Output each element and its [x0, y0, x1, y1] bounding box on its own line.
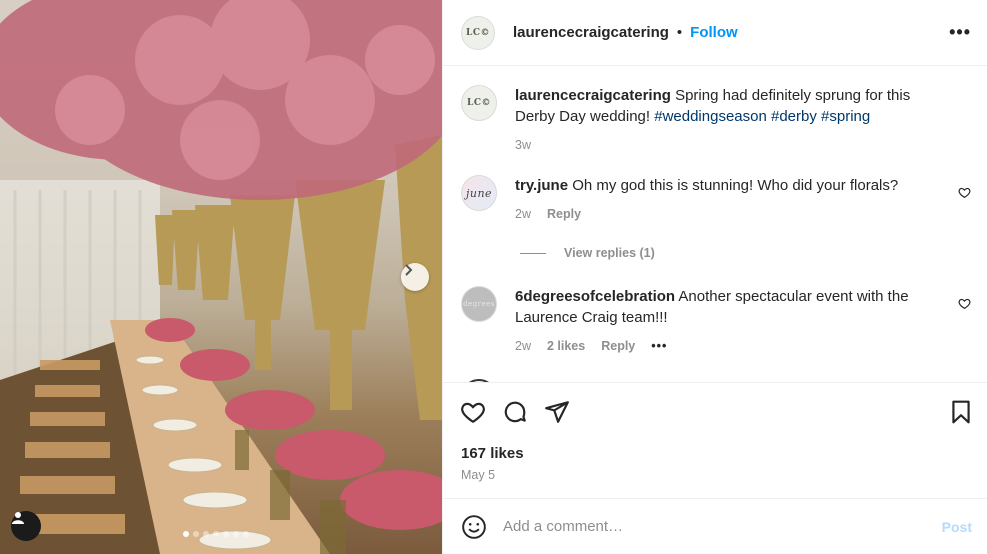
carousel-dot — [223, 531, 229, 537]
post-detail-panel: LC© laurencecraigcatering • Follow ••• L… — [442, 0, 987, 554]
post-username[interactable]: laurencecraigcatering — [513, 24, 669, 41]
comment-body: try.june Oh my god this is stunning! Who… — [515, 175, 935, 225]
add-comment-bar: Add a comment… Post — [443, 498, 987, 554]
post-header: LC© laurencecraigcatering • Follow ••• — [443, 0, 987, 66]
avatar-monogram: LC© — [466, 27, 490, 38]
wedding-table-image — [0, 0, 442, 554]
comment-text: Oh my god this is stunning! Who did your… — [568, 177, 899, 194]
avatar-monogram: LC© — [467, 98, 491, 108]
hashtag-link[interactable]: #derby — [771, 108, 817, 125]
carousel-dot — [233, 531, 239, 537]
post-date: May 5 — [461, 468, 496, 482]
heart-icon[interactable] — [958, 186, 971, 199]
post-photo[interactable] — [0, 0, 442, 554]
avatar[interactable]: june — [461, 175, 497, 211]
carousel-dot — [213, 531, 219, 537]
follow-button[interactable]: Follow — [690, 24, 738, 41]
comment-likes[interactable]: 2 likes — [547, 336, 585, 357]
emoji-icon[interactable] — [461, 514, 487, 540]
action-bar — [443, 383, 987, 441]
view-replies-label: View replies (1) — [564, 246, 655, 260]
avatar[interactable]: LC© — [461, 85, 497, 121]
caption-body: laurencecraigcatering Spring had definit… — [515, 85, 935, 156]
comment-username[interactable]: try.june — [515, 177, 568, 194]
avatar-text: june — [465, 186, 493, 200]
avatar-text: degrees — [463, 300, 495, 308]
comment-username[interactable]: 6degreesofcelebration — [515, 288, 675, 305]
avatar[interactable]: degrees — [461, 286, 497, 322]
hashtag-link[interactable]: #spring — [821, 108, 870, 125]
comment-more-icon[interactable]: ••• — [651, 336, 667, 357]
bookmark-icon[interactable] — [948, 399, 974, 425]
share-icon[interactable] — [544, 399, 570, 425]
caption-username[interactable]: laurencecraigcatering — [515, 87, 671, 104]
comment-meta: 2w Reply — [515, 204, 935, 225]
comment-icon[interactable] — [502, 399, 528, 425]
comment-age: 2w — [515, 207, 531, 221]
post-comment-button[interactable]: Post — [942, 519, 972, 535]
comment-age: 2w — [515, 339, 531, 353]
comment-input[interactable]: Add a comment… — [503, 518, 942, 535]
hashtag-link[interactable]: #weddingseason — [654, 108, 767, 125]
post-actions: 167 likes May 5 — [443, 382, 987, 482]
next-photo-button[interactable] — [401, 263, 429, 291]
caption: LC© laurencecraigcatering Spring had def… — [461, 85, 971, 156]
divider-line — [520, 252, 546, 254]
carousel-indicator — [183, 531, 249, 537]
comment-body: 6degreesofcelebration Another spectacula… — [515, 286, 935, 357]
carousel-dot — [243, 531, 249, 537]
carousel-dot — [183, 531, 189, 537]
user-tag-icon — [12, 512, 24, 524]
user-tag-button[interactable] — [11, 511, 41, 541]
carousel-dot — [193, 531, 199, 537]
chevron-right-icon — [405, 264, 413, 276]
like-count[interactable]: 167 likes — [443, 445, 987, 462]
carousel-dot — [203, 531, 209, 537]
separator-dot: • — [676, 24, 683, 41]
comment: degrees 6degreesofcelebration Another sp… — [461, 286, 971, 357]
comments-list[interactable]: LC© laurencecraigcatering Spring had def… — [443, 67, 987, 382]
comment-meta: 2w 2 likes Reply ••• — [515, 336, 935, 357]
caption-age: 3w — [515, 138, 531, 152]
heart-icon[interactable] — [958, 297, 971, 310]
reply-button[interactable]: Reply — [547, 204, 581, 225]
avatar[interactable]: LC© — [461, 15, 495, 50]
heart-icon[interactable] — [460, 399, 486, 425]
more-options-icon[interactable]: ••• — [949, 22, 971, 43]
caption-meta: 3w — [515, 135, 935, 156]
comment: june try.june Oh my god this is stunning… — [461, 175, 971, 225]
reply-button[interactable]: Reply — [601, 336, 635, 357]
view-replies-button[interactable]: View replies (1) — [520, 246, 655, 260]
